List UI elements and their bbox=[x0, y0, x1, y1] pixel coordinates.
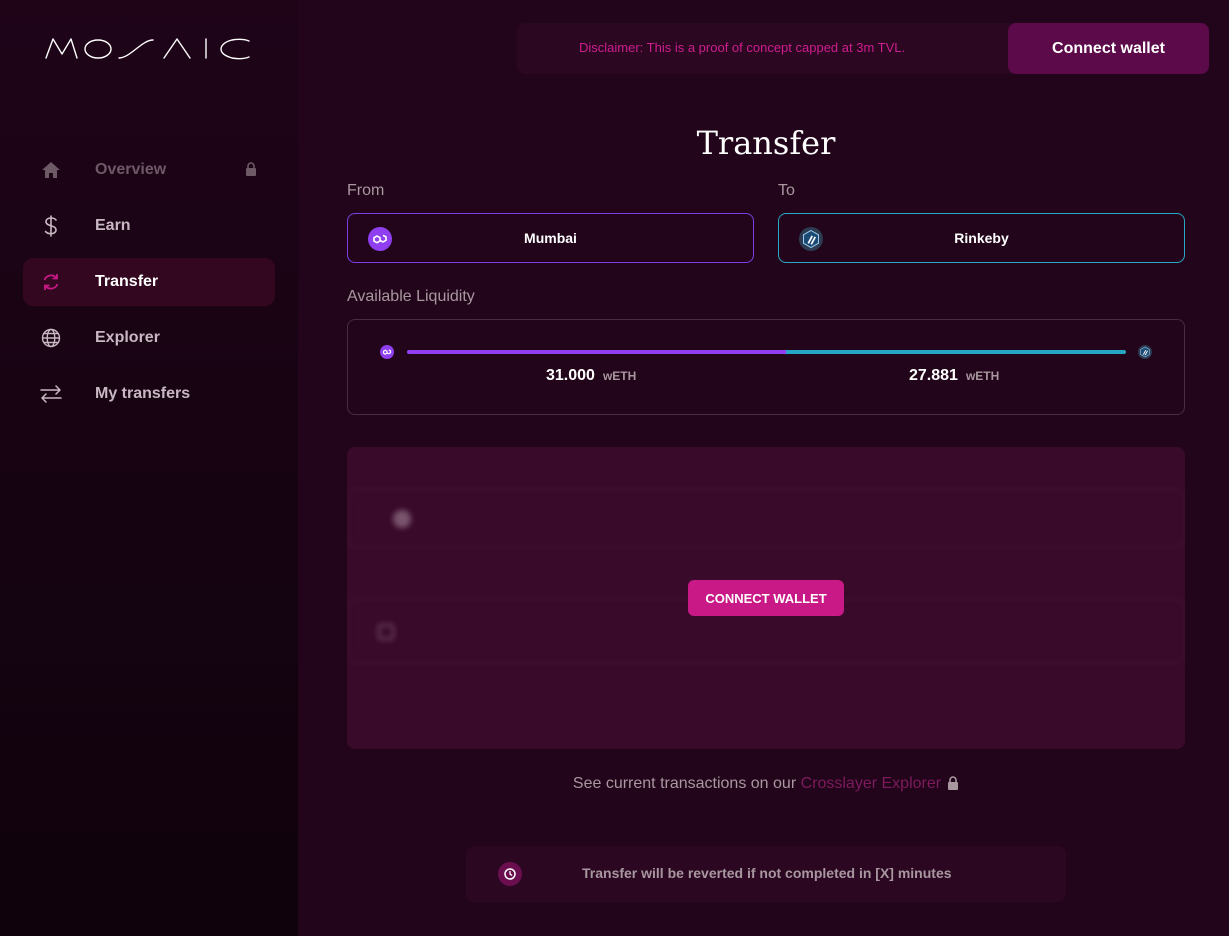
connect-wallet-center-button[interactable]: CONNECT WALLET bbox=[688, 580, 844, 616]
polygon-icon bbox=[380, 345, 394, 359]
explorer-note-text: See current transactions on our bbox=[572, 775, 801, 792]
revert-notice: Transfer will be reverted if not complet… bbox=[466, 846, 1066, 902]
sidebar-item-label: Transfer bbox=[95, 273, 159, 290]
sidebar-item-label: Explorer bbox=[95, 329, 160, 346]
arbitrum-icon bbox=[799, 227, 823, 251]
sidebar: Overview Earn Transfer Explorer My trans… bbox=[0, 0, 298, 936]
sidebar-item-my-transfers[interactable]: My transfers bbox=[23, 370, 275, 418]
clock-icon bbox=[498, 862, 522, 886]
sidebar-item-label: My transfers bbox=[95, 385, 191, 402]
from-network-select[interactable]: Mumbai bbox=[347, 213, 754, 263]
disclaimer-text: Disclaimer: This is a proof of concept c… bbox=[579, 40, 906, 55]
explorer-note: See current transactions on our Crosslay… bbox=[347, 775, 1185, 793]
amount-row-placeholder bbox=[347, 489, 1185, 547]
globe-icon bbox=[40, 327, 62, 349]
to-network-select[interactable]: Rinkeby bbox=[778, 213, 1185, 263]
dollar-icon bbox=[40, 215, 62, 237]
sidebar-item-earn[interactable]: Earn bbox=[23, 202, 275, 250]
to-label: To bbox=[778, 182, 795, 199]
arrows-swap-icon bbox=[40, 383, 62, 405]
logo-icon bbox=[45, 38, 250, 60]
available-liquidity-label: Available Liquidity bbox=[347, 288, 475, 305]
from-network-name: Mumbai bbox=[524, 230, 577, 246]
checkbox-icon bbox=[378, 624, 394, 640]
from-label: From bbox=[347, 182, 385, 199]
revert-notice-text: Transfer will be reverted if not complet… bbox=[582, 865, 952, 881]
to-liquidity-bar bbox=[786, 350, 1126, 354]
arbitrum-icon bbox=[1138, 345, 1152, 359]
lock-icon bbox=[947, 776, 959, 790]
from-liquidity-amount: 31.000 bbox=[546, 367, 595, 384]
polygon-icon bbox=[368, 227, 392, 251]
token-icon bbox=[393, 510, 411, 528]
to-network-name: Rinkeby bbox=[954, 230, 1009, 246]
from-liquidity-unit: wETH bbox=[602, 369, 637, 383]
sidebar-item-label: Overview bbox=[95, 161, 167, 178]
to-liquidity-unit: wETH bbox=[965, 369, 1000, 383]
sidebar-item-label: Earn bbox=[95, 217, 131, 234]
liquidity-panel: 31.000 wETH 27.881 wETH bbox=[347, 319, 1185, 415]
sidebar-item-explorer[interactable]: Explorer bbox=[23, 314, 275, 362]
connect-wallet-button[interactable]: Connect wallet bbox=[1008, 23, 1209, 74]
mosaic-logo[interactable] bbox=[44, 34, 254, 64]
sidebar-item-transfer[interactable]: Transfer bbox=[23, 258, 275, 306]
lock-icon bbox=[245, 162, 257, 176]
to-liquidity-value: 27.881 wETH bbox=[909, 367, 999, 385]
from-liquidity-value: 31.000 wETH bbox=[546, 367, 636, 385]
refresh-icon bbox=[40, 271, 62, 293]
sidebar-item-overview[interactable]: Overview bbox=[23, 146, 275, 194]
crosslayer-explorer-link[interactable]: Crosslayer Explorer bbox=[801, 775, 941, 792]
page-title: Transfer bbox=[696, 124, 836, 162]
from-liquidity-bar bbox=[407, 350, 786, 354]
home-icon bbox=[40, 159, 62, 181]
sidebar-nav: Overview Earn Transfer Explorer My trans… bbox=[23, 146, 275, 426]
to-liquidity-amount: 27.881 bbox=[909, 367, 958, 384]
